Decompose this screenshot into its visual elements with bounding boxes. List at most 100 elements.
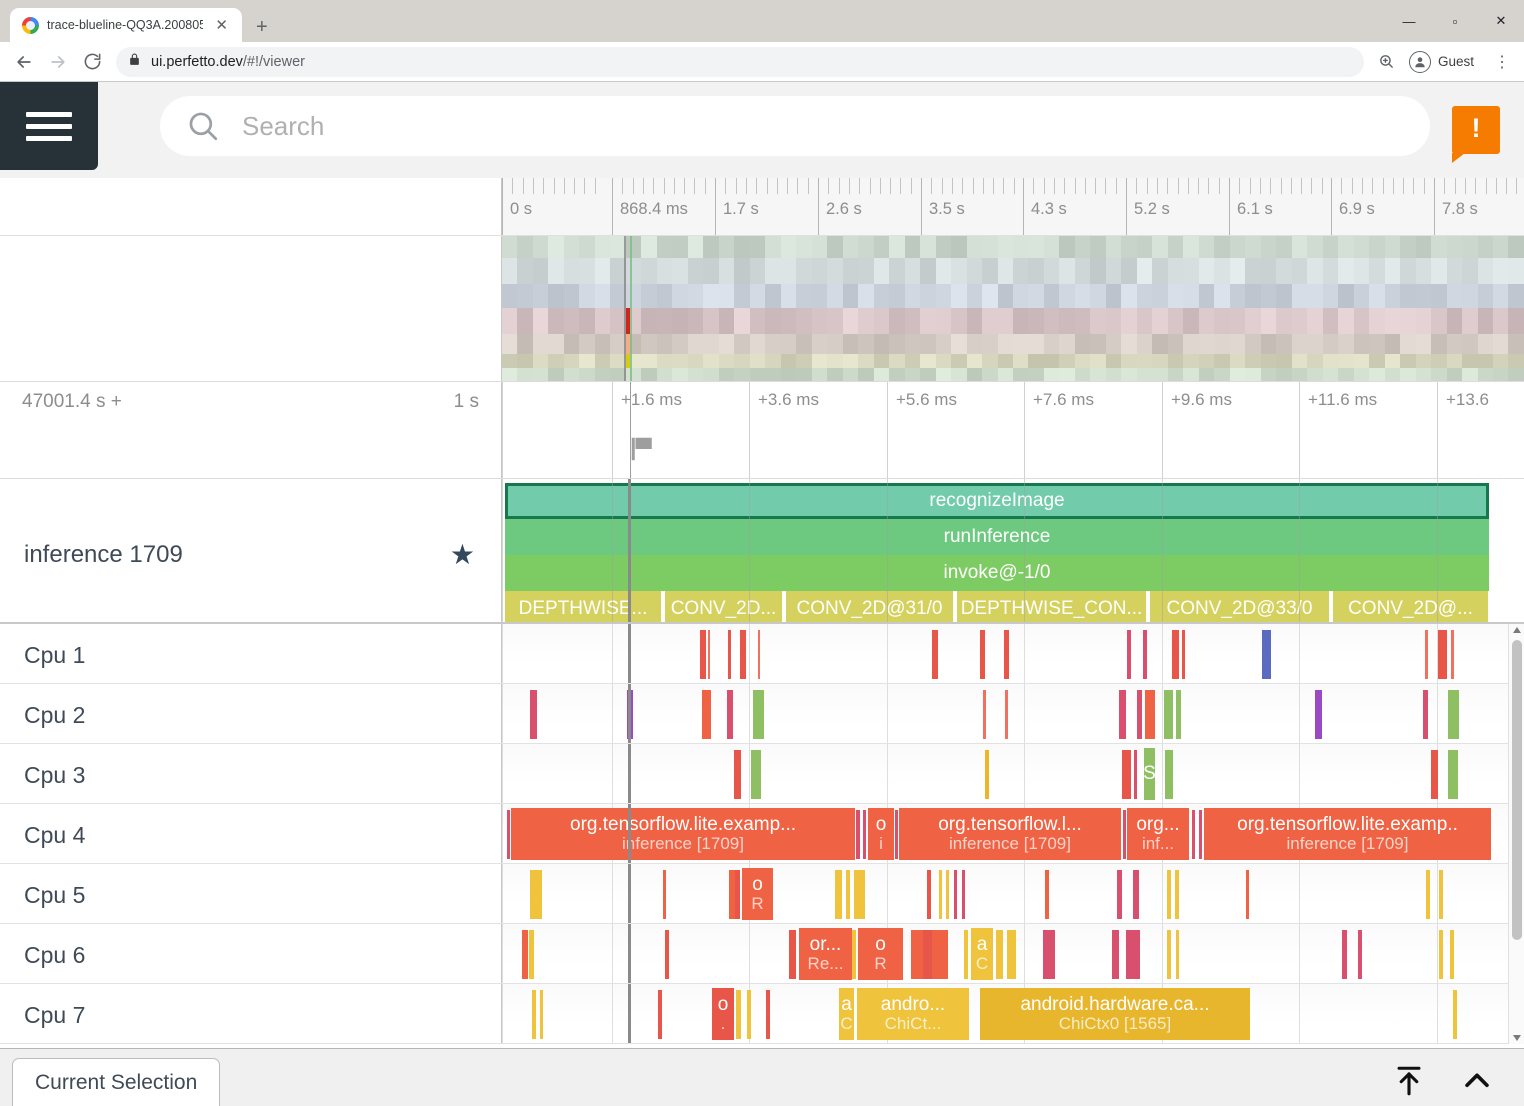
time-cursor[interactable] xyxy=(630,382,631,478)
cpu-slice[interactable] xyxy=(923,930,932,979)
thread-track-header[interactable]: inference 1709 ★ xyxy=(0,479,502,622)
cpu-slice[interactable] xyxy=(1126,930,1140,979)
thread-leaf-slice[interactable]: CONV_2D@31/0 xyxy=(786,591,954,622)
scroll-down-arrow-icon[interactable] xyxy=(1513,1035,1521,1041)
cpu-slice[interactable] xyxy=(789,930,796,979)
reload-button[interactable] xyxy=(76,46,108,78)
cpu-slice[interactable] xyxy=(1045,870,1049,919)
chevron-up-icon[interactable] xyxy=(1460,1064,1494,1098)
cpu-slice[interactable] xyxy=(1262,630,1271,679)
cpu-track-header[interactable]: Cpu 4 xyxy=(0,804,502,863)
cpu-slice[interactable] xyxy=(895,810,898,859)
time-cursor[interactable] xyxy=(628,924,631,983)
cpu-slice[interactable]: org.tensorflow.lite.examp...inference [1… xyxy=(511,808,855,860)
new-tab-button[interactable]: + xyxy=(256,17,268,37)
cpu-slice[interactable] xyxy=(758,630,760,679)
cpu-slice[interactable]: org.tensorflow.lite.examp..inference [17… xyxy=(1204,808,1491,860)
cpu-slice[interactable]: oi xyxy=(868,808,894,860)
cpu-slice[interactable] xyxy=(954,870,957,919)
maximize-button[interactable]: ▫ xyxy=(1432,0,1478,42)
cpu-slice[interactable] xyxy=(932,630,938,679)
cpu-slice[interactable] xyxy=(1117,870,1122,919)
forward-button[interactable] xyxy=(42,46,74,78)
cpu-slice[interactable] xyxy=(1358,930,1362,979)
cpu-slice[interactable] xyxy=(932,930,948,979)
cpu-track-slices[interactable]: org.tensorflow.lite.examp...inference [1… xyxy=(502,804,1524,863)
profile-button[interactable]: Guest xyxy=(1404,47,1486,77)
cpu-slice[interactable] xyxy=(727,690,733,739)
cpu-slice[interactable] xyxy=(1182,630,1185,679)
cpu-slice[interactable] xyxy=(753,690,764,739)
cpu-slice[interactable] xyxy=(522,930,528,979)
cpu-slice[interactable] xyxy=(996,930,1003,979)
cpu-slice[interactable] xyxy=(658,990,662,1039)
cpu-slice[interactable]: oR xyxy=(742,868,773,920)
cpu-slice[interactable] xyxy=(980,630,985,679)
cpu-slice[interactable]: aC xyxy=(839,988,854,1040)
scrollbar-thumb[interactable] xyxy=(1512,640,1522,940)
thread-slice[interactable]: recognizeImage xyxy=(505,483,1489,519)
back-button[interactable] xyxy=(8,46,40,78)
cpu-slice[interactable] xyxy=(946,870,949,919)
cpu-track-header[interactable]: Cpu 7 xyxy=(0,984,502,1043)
cpu-slice[interactable] xyxy=(736,990,741,1039)
cpu-slice[interactable] xyxy=(1448,690,1459,739)
vertical-scrollbar[interactable] xyxy=(1508,624,1524,1044)
cpu-slice[interactable] xyxy=(747,990,751,1039)
cpu-track-header[interactable]: Cpu 3 xyxy=(0,744,502,803)
cpu-slice[interactable] xyxy=(1176,690,1181,739)
cpu-slice[interactable] xyxy=(1007,930,1016,979)
scroll-up-arrow-icon[interactable] xyxy=(1513,627,1521,633)
cpu-track-header[interactable]: Cpu 1 xyxy=(0,624,502,683)
cpu-track-header[interactable]: Cpu 2 xyxy=(0,684,502,743)
tab-close-icon[interactable]: ✕ xyxy=(211,16,232,35)
cpu-slice[interactable] xyxy=(1450,930,1454,979)
cpu-slice[interactable] xyxy=(962,870,965,919)
thread-leaf-slice[interactable]: CONV_2D@33/0 xyxy=(1150,591,1330,622)
thread-leaf-slice[interactable]: CONV_2D@... xyxy=(1333,591,1489,622)
thread-slices-area[interactable]: recognizeImagerunInferenceinvoke@-1/0DEP… xyxy=(502,479,1524,622)
cpu-slice[interactable] xyxy=(854,870,865,919)
sidebar-toggle-button[interactable] xyxy=(0,82,98,170)
time-cursor[interactable] xyxy=(628,984,631,1043)
cpu-slice[interactable] xyxy=(708,630,710,679)
cpu-track-header[interactable]: Cpu 5 xyxy=(0,864,502,923)
cpu-slice[interactable]: or...Re... xyxy=(799,928,852,980)
cpu-slice[interactable] xyxy=(1453,990,1457,1039)
cpu-slice[interactable] xyxy=(835,870,842,919)
thread-leaf-slice[interactable]: DEPTHWISE... xyxy=(505,591,662,622)
cpu-slice[interactable] xyxy=(1123,810,1126,859)
move-to-top-icon[interactable] xyxy=(1392,1064,1426,1098)
cpu-track-slices[interactable] xyxy=(502,684,1524,743)
cpu-slice[interactable] xyxy=(1431,750,1438,799)
cpu-slice[interactable] xyxy=(1112,930,1119,979)
cpu-slice[interactable] xyxy=(1451,630,1454,679)
browser-tab[interactable]: trace-blueline-QQ3A.200805. ✕ xyxy=(10,8,242,42)
thread-slice[interactable]: runInference xyxy=(505,519,1489,555)
tab-current-selection[interactable]: Current Selection xyxy=(12,1058,220,1106)
cpu-slice[interactable] xyxy=(983,690,986,739)
cpu-slice[interactable] xyxy=(1133,870,1139,919)
cpu-slice[interactable] xyxy=(846,870,850,919)
cpu-slice[interactable] xyxy=(1439,870,1443,919)
time-cursor[interactable] xyxy=(628,864,631,923)
cpu-slice[interactable] xyxy=(1134,750,1137,799)
time-cursor[interactable] xyxy=(628,804,631,863)
cpu-slice[interactable] xyxy=(1165,750,1173,799)
cpu-slice[interactable] xyxy=(1043,930,1055,979)
close-window-button[interactable]: ✕ xyxy=(1478,0,1524,42)
cpu-slice[interactable]: andro...ChiCt... xyxy=(857,988,969,1040)
cpu-slice[interactable]: org...inf... xyxy=(1127,808,1189,860)
cpu-slice[interactable] xyxy=(1122,750,1131,799)
cpu-slice[interactable]: oR xyxy=(858,928,903,980)
time-cursor[interactable] xyxy=(628,744,631,803)
cpu-slice[interactable] xyxy=(1438,630,1447,679)
cpu-slice[interactable] xyxy=(927,870,931,919)
flag-icon[interactable] xyxy=(628,434,658,469)
cpu-slice[interactable] xyxy=(1439,930,1443,979)
cpu-slice[interactable] xyxy=(1005,690,1008,739)
thread-leaf-slice[interactable]: DEPTHWISE_CON... xyxy=(957,591,1147,622)
cpu-slice[interactable] xyxy=(1192,810,1195,859)
cpu-track-header[interactable]: Cpu 6 xyxy=(0,924,502,983)
time-cursor[interactable] xyxy=(628,479,631,622)
